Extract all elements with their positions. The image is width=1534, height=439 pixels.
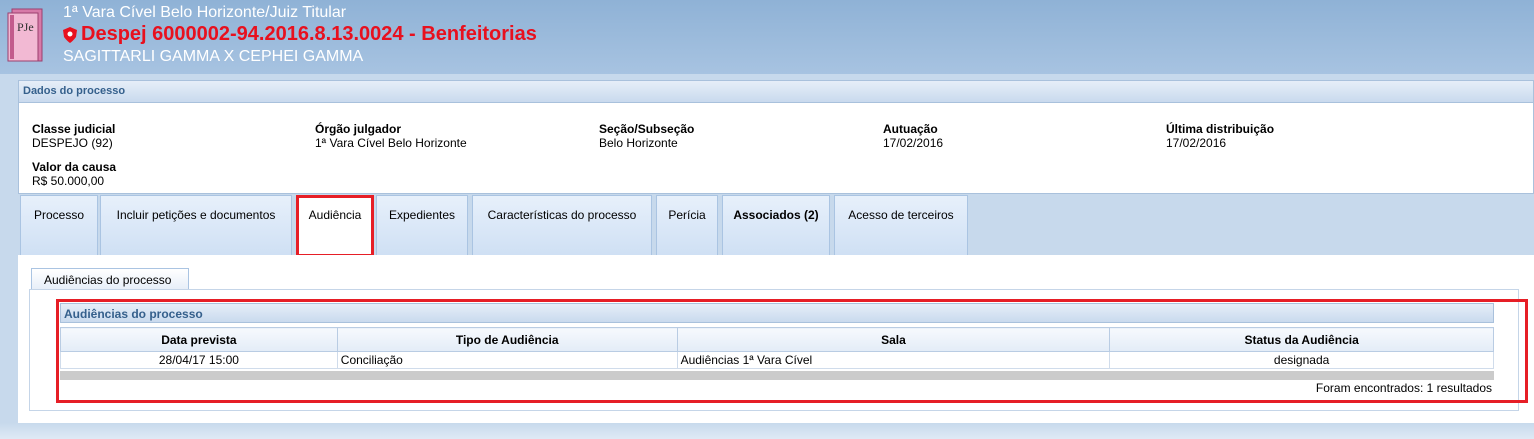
field-label: Seção/Subseção [599, 122, 695, 136]
table-cell: 28/04/17 15:00 [60, 351, 338, 369]
shield-icon [63, 26, 77, 43]
field-value: 17/02/2016 [883, 136, 944, 150]
field-value: 17/02/2016 [1166, 136, 1227, 150]
field-label: Valor da causa [32, 160, 117, 174]
field-value: DESPEJO (92) [32, 136, 113, 150]
horizontal-scrollbar[interactable] [60, 371, 1494, 380]
audiencias-panel-title: Audiências do processo [60, 303, 1494, 323]
subtab-audiencias-processo[interactable]: Audiências do processo [31, 268, 189, 290]
table-header-row: Data prevista Tipo de Audiência Sala Sta… [60, 327, 1494, 352]
field-orgao-julgador: Órgão julgador 1ª Vara Cível Belo Horizo… [315, 122, 467, 150]
table-cell: Audiências 1ª Vara Cível [676, 351, 1111, 369]
tab-expedientes[interactable]: Expedientes [376, 195, 468, 255]
process-title-text: Despej 6000002-94.2016.8.13.0024 - Benfe… [81, 23, 537, 45]
pje-logo-icon: PJe [7, 8, 43, 62]
dados-processo-panel: Dados do processo Classe judicial DESPEJ… [18, 80, 1534, 194]
field-classe-judicial: Classe judicial DESPEJO (92) [32, 122, 115, 150]
audiencias-table: Data prevista Tipo de Audiência Sala Sta… [60, 327, 1494, 369]
table-cell: Conciliação [336, 351, 678, 369]
process-title[interactable]: Despej 6000002-94.2016.8.13.0024 - Benfe… [63, 23, 537, 46]
table-row[interactable]: 28/04/17 15:00 Conciliação Audiências 1ª… [60, 351, 1494, 369]
field-label: Última distribuição [1166, 122, 1275, 136]
field-valor-causa: Valor da causa R$ 50.000,00 [32, 160, 116, 188]
field-secao-subsecao: Seção/Subseção Belo Horizonte [599, 122, 694, 150]
tab-processo[interactable]: Processo [20, 195, 98, 255]
dados-processo-title: Dados do processo [19, 81, 1533, 103]
field-label: Órgão julgador [315, 122, 402, 136]
tab-associados[interactable]: Associados (2) [722, 195, 830, 255]
svg-text:PJe: PJe [17, 20, 34, 34]
field-value: R$ 50.000,00 [32, 174, 105, 188]
process-header: PJe 1ª Vara Cível Belo Horizonte/Juiz Ti… [0, 0, 1534, 74]
tab-incluir-peticoes[interactable]: Incluir petições e documentos [100, 195, 292, 255]
tab-pericia[interactable]: Perícia [656, 195, 718, 255]
page-footer-strip [0, 423, 1534, 439]
tab-audiencia[interactable]: Audiência [296, 195, 374, 257]
results-count: Foram encontrados: 1 resultados [1315, 381, 1492, 395]
column-header[interactable]: Tipo de Audiência [336, 327, 678, 352]
field-value: 1ª Vara Cível Belo Horizonte [315, 136, 467, 150]
tab-caracteristicas[interactable]: Características do processo [472, 195, 652, 255]
column-header[interactable]: Sala [676, 327, 1111, 352]
tab-acesso-terceiros[interactable]: Acesso de terceiros [834, 195, 968, 255]
field-autuacao: Autuação 17/02/2016 [883, 122, 943, 150]
column-header[interactable]: Status da Audiência [1109, 327, 1494, 352]
field-label: Autuação [883, 122, 938, 136]
field-value: Belo Horizonte [599, 136, 678, 150]
process-parties: SAGITTARLI GAMMA X CEPHEI GAMMA [63, 48, 364, 65]
table-cell: designada [1109, 351, 1494, 369]
orgao-juiz-label: 1ª Vara Cível Belo Horizonte/Juiz Titula… [63, 4, 347, 21]
column-header[interactable]: Data prevista [60, 327, 338, 352]
field-label: Classe judicial [32, 122, 116, 136]
field-ultima-distribuicao: Última distribuição 17/02/2016 [1166, 122, 1274, 150]
audiencia-content: Audiências do processo Audiências do pro… [18, 255, 1534, 423]
